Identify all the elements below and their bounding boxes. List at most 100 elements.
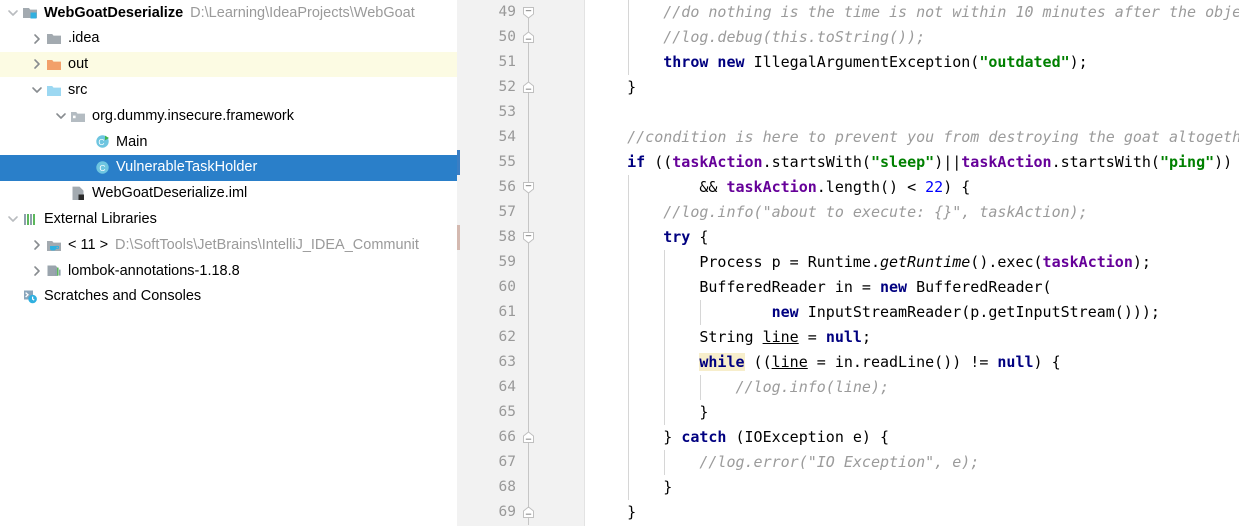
code-token: //log.error("IO Exception", e); [591, 453, 980, 471]
module-icon [22, 4, 39, 21]
chevron-down-icon[interactable] [54, 109, 68, 123]
gutter-line[interactable]: 53 [457, 100, 584, 125]
code-token: (IOException e) { [735, 428, 890, 446]
gutter-line[interactable]: 64 [457, 375, 584, 400]
tree-row[interactable]: External Libraries [0, 206, 457, 232]
code-line[interactable]: } [591, 75, 636, 100]
code-token: taskAction [961, 153, 1052, 171]
code-line[interactable]: String line = null; [591, 325, 871, 350]
gutter-line[interactable]: 66 [457, 425, 584, 450]
gutter-line[interactable]: 67 [457, 450, 584, 475]
gutter-line[interactable]: 57 [457, 200, 584, 225]
tree-row[interactable]: .idea [0, 26, 457, 52]
code-line[interactable]: } [591, 500, 636, 525]
tree-row[interactable]: WebGoatDeserialize.iml [0, 181, 457, 207]
chevron-down-icon[interactable] [6, 212, 20, 226]
code-line[interactable]: } [591, 475, 672, 500]
fold-collapse-icon[interactable] [521, 180, 536, 195]
gutter-line[interactable]: 58 [457, 225, 584, 250]
gutter-line[interactable]: 60 [457, 275, 584, 300]
code-line[interactable]: //do nothing is the time is not within 1… [591, 0, 1239, 25]
code-line[interactable]: //log.error("IO Exception", e); [591, 450, 979, 475]
code-token: ); [1069, 53, 1088, 71]
gutter-line[interactable]: 51 [457, 50, 584, 75]
tree-row[interactable]: lombok-annotations-1.18.8 [0, 258, 457, 284]
fold-collapse-icon[interactable] [521, 230, 536, 245]
code-token: taskAction [1042, 253, 1133, 271]
chevron-right-icon[interactable] [30, 238, 44, 252]
fold-expand-icon[interactable] [521, 80, 536, 95]
code-line[interactable]: Process p = Runtime.getRuntime().exec(ta… [591, 250, 1151, 275]
gutter-line[interactable]: 62 [457, 325, 584, 350]
editor-gutter[interactable]: 49 50 51 52 53 54 55 56 57 58 59 60 61 62 63 64 65 66 67 68… [457, 0, 584, 526]
tree-row[interactable]: Scratches and Consoles [0, 284, 457, 310]
tree-row[interactable]: out [0, 51, 457, 78]
fold-expand-icon[interactable] [521, 30, 536, 45]
code-token: throw new [663, 53, 754, 71]
line-number: 63 [498, 354, 516, 370]
tree-row[interactable]: src [0, 77, 457, 103]
project-tree-panel[interactable]: WebGoatDeserialize D:\Learning\IdeaProjec… [0, 0, 457, 526]
tree-row[interactable]: < 11 > D:\SoftTools\JetBrains\IntelliJ_ID… [0, 232, 457, 258]
libraries-icon [22, 211, 39, 228]
chevron-right-icon[interactable] [30, 32, 44, 46]
tree-node-label: Main [116, 133, 148, 150]
code-editor[interactable]: 49 50 51 52 53 54 55 56 57 58 59 60 61 62 63 64 65 66 67 68… [457, 0, 1239, 526]
chevron-right-icon[interactable] [30, 264, 44, 278]
code-line[interactable]: throw new IllegalArgumentException("outd… [591, 50, 1088, 75]
change-marker [457, 150, 460, 175]
line-number: 58 [498, 229, 516, 245]
code-line[interactable]: //log.debug(this.toString()); [591, 25, 925, 50]
code-token: "outdated" [979, 53, 1070, 71]
class-icon: C [94, 159, 111, 176]
code-line[interactable]: && taskAction.length() < 22) { [591, 175, 970, 200]
code-token: taskAction [726, 178, 817, 196]
code-line[interactable]: if ((taskAction.startsWith("sleep")||tas… [591, 150, 1232, 175]
gutter-line[interactable]: 52 [457, 75, 584, 100]
gutter-line[interactable]: 56 [457, 175, 584, 200]
code-line[interactable]: //condition is here to prevent you from … [591, 125, 1239, 150]
tree-row[interactable]: C Main [0, 129, 457, 155]
line-number: 50 [498, 29, 516, 45]
fold-expand-icon[interactable] [521, 505, 536, 520]
line-number: 66 [498, 429, 516, 445]
tree-row[interactable]: org.dummy.insecure.framework [0, 103, 457, 129]
code-token: line [762, 328, 799, 346]
code-line[interactable]: BufferedReader in = new BufferedReader( [591, 275, 1051, 300]
code-token: getRuntime [879, 253, 971, 271]
code-line[interactable]: while ((line = in.readLine()) != null) { [591, 350, 1061, 375]
tree-node-path: D:\SoftTools\JetBrains\IntelliJ_IDEA_Com… [115, 237, 419, 254]
jdk-icon [46, 237, 63, 254]
chevron-right-icon[interactable] [30, 57, 44, 71]
code-token: if [627, 153, 655, 171]
code-line[interactable]: } catch (IOException e) { [591, 425, 889, 450]
gutter-line[interactable]: 63 [457, 350, 584, 375]
chevron-down-icon[interactable] [6, 6, 20, 20]
gutter-line[interactable]: 55 [457, 150, 584, 175]
fold-collapse-icon[interactable] [521, 5, 536, 20]
code-token: ().exec( [970, 253, 1043, 271]
gutter-line[interactable]: 65 [457, 400, 584, 425]
code-line[interactable]: //log.info("about to execute: {}", taskA… [591, 200, 1087, 225]
gutter-line[interactable]: 50 [457, 25, 584, 50]
gutter-line[interactable]: 61 [457, 300, 584, 325]
tree-row[interactable]: C VulnerableTaskHolder [0, 154, 457, 181]
chevron-down-icon[interactable] [30, 83, 44, 97]
tree-row[interactable]: WebGoatDeserialize D:\Learning\IdeaProjec… [0, 0, 457, 26]
code-line[interactable]: //log.info(line); [591, 375, 889, 400]
gutter-line[interactable]: 49 [457, 0, 584, 25]
tree-node-label: WebGoatDeserialize.iml [92, 185, 248, 202]
gutter-line[interactable]: 54 [457, 125, 584, 150]
gutter-line[interactable]: 59 [457, 250, 584, 275]
code-line[interactable]: new InputStreamReader(p.getInputStream()… [591, 300, 1160, 325]
gutter-line[interactable]: 68 [457, 475, 584, 500]
line-number: 51 [498, 54, 516, 70]
code-line[interactable]: } [591, 400, 708, 425]
fold-expand-icon[interactable] [521, 430, 536, 445]
package-icon [70, 108, 87, 125]
code-token: //condition is here to prevent you from … [591, 128, 1239, 146]
editor-text-area[interactable]: //do nothing is the time is not within 1… [585, 0, 1239, 526]
gutter-line[interactable]: 69 [457, 500, 584, 525]
code-line[interactable]: try { [591, 225, 708, 250]
